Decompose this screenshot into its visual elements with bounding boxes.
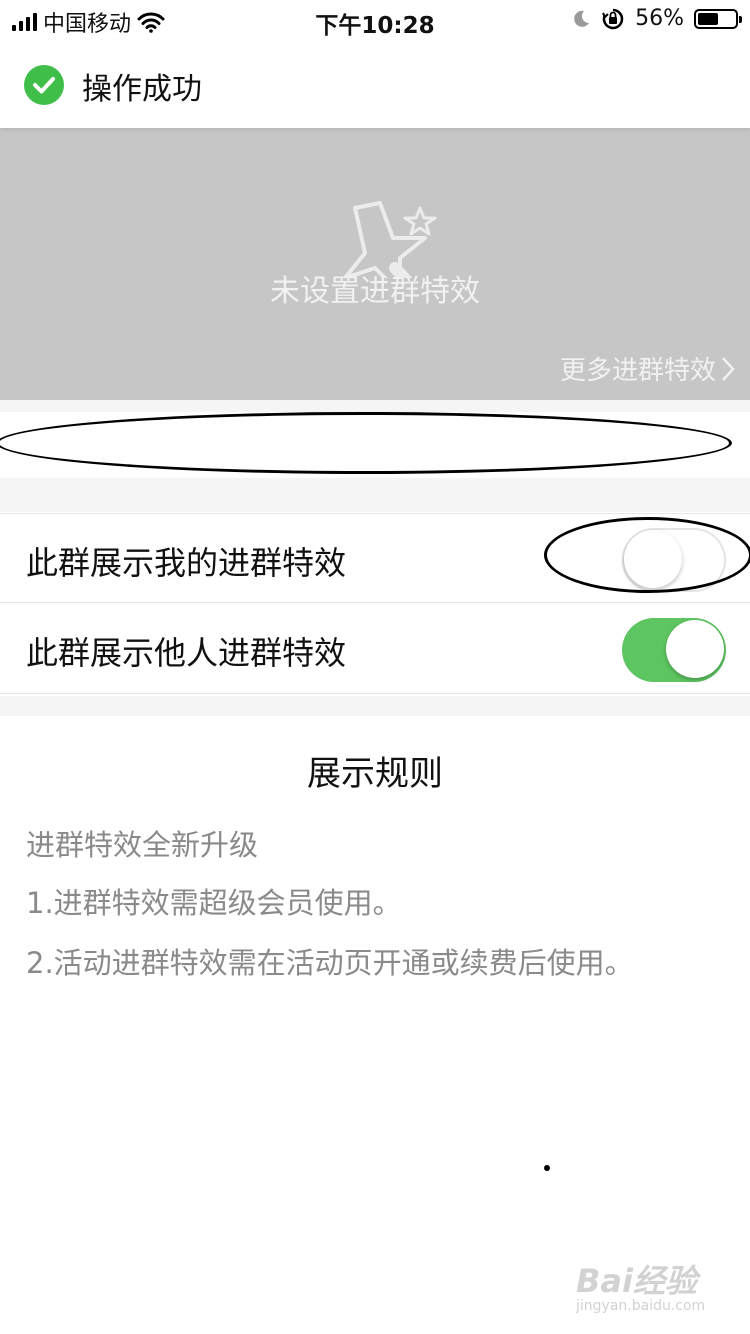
no-effect-message: 未设置进群特效 <box>270 274 480 309</box>
toast-text: 操作成功 <box>82 72 202 107</box>
more-effects-label: 更多进群特效 <box>559 356 716 386</box>
more-effects-link[interactable]: 更多进群特效 <box>560 350 736 387</box>
status-bar: 中国移动 下午10:28 56% <box>0 0 750 40</box>
moon-icon <box>574 10 590 27</box>
toggle-knob <box>666 620 724 678</box>
annotation-oval <box>544 517 750 593</box>
stray-dot <box>544 1165 550 1171</box>
section-gap <box>0 696 750 716</box>
rule-item: 进群特效全新升级 <box>26 828 259 862</box>
watermark-url: jingyan.baidu.com <box>576 1298 706 1314</box>
battery-percent: 56% <box>635 6 684 31</box>
baidu-jingyan-watermark: Bai经验 jingyan.baidu.com <box>576 1256 705 1314</box>
setting-label: 此群展示我的进群特效 <box>26 544 347 582</box>
annotation-oval <box>0 412 732 474</box>
magic-wand-star-icon <box>343 201 437 278</box>
effect-banner: 未设置进群特效 更多进群特效 <box>0 128 750 400</box>
status-right: 56% <box>571 6 742 31</box>
setting-row-show-others-effect: 此群展示他人进群特效 <box>0 604 750 694</box>
rotation-lock-icon <box>602 8 624 29</box>
rule-item: 2.活动进群特效需在活动页开通或续费后使用。 <box>26 946 634 980</box>
rule-item: 1.进群特效需超级会员使用。 <box>26 886 402 920</box>
check-circle-icon <box>24 65 64 105</box>
chevron-right-icon <box>722 356 735 381</box>
watermark-logo: Bai经验 <box>576 1262 697 1300</box>
rules-title: 展示规则 <box>307 754 443 794</box>
battery-icon <box>694 8 742 29</box>
success-toast: 操作成功 <box>0 40 750 128</box>
show-others-effect-toggle[interactable] <box>622 618 726 682</box>
setting-label: 此群展示他人进群特效 <box>26 634 347 672</box>
